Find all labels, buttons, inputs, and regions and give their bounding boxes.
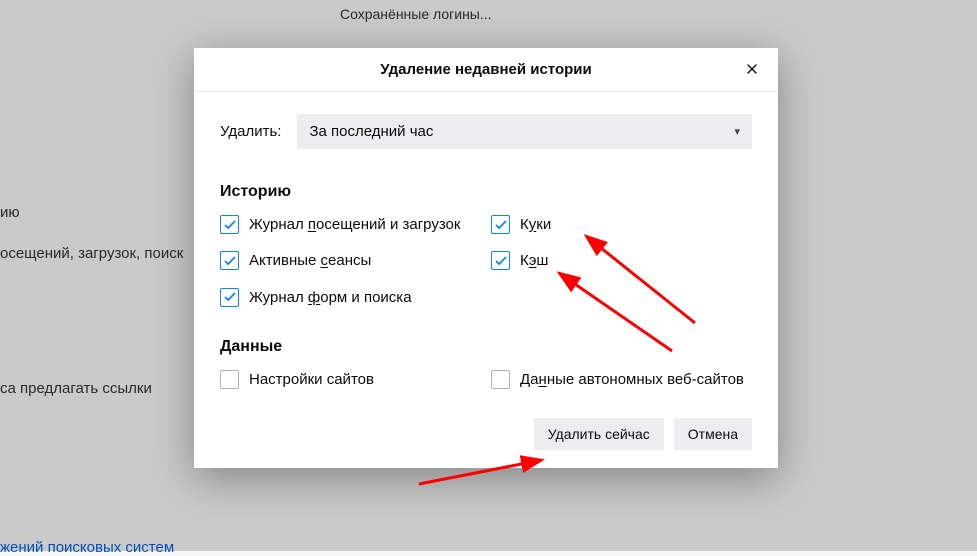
checkbox-form-search-history[interactable]: Журнал форм и поиска [220, 288, 481, 308]
checkbox-input[interactable] [491, 370, 510, 389]
dialog-body: Удалить: За последний час ▾ Историю Журн… [194, 92, 778, 468]
checkbox-cache[interactable]: Кэш [491, 251, 752, 271]
checkmark-icon [224, 256, 236, 266]
checkbox-label: Журнал форм и поиска [249, 288, 412, 308]
time-range-value: За последний час [309, 123, 433, 140]
checkbox-input[interactable] [491, 251, 510, 270]
dialog-title: Удаление недавней истории [380, 61, 591, 78]
time-range-select[interactable]: За последний час ▾ [297, 114, 752, 149]
chevron-down-icon: ▾ [734, 125, 740, 138]
checkbox-site-settings[interactable]: Настройки сайтов [220, 370, 481, 390]
checkmark-icon [495, 220, 507, 230]
checkbox-input[interactable] [220, 251, 239, 270]
data-section-title: Данные [220, 338, 752, 356]
checkmark-icon [495, 256, 507, 266]
time-range-row: Удалить: За последний час ▾ [220, 114, 752, 149]
delete-now-button[interactable]: Удалить сейчас [534, 418, 664, 450]
delete-label: Удалить: [220, 123, 281, 140]
close-icon [745, 62, 759, 76]
checkbox-input[interactable] [220, 288, 239, 307]
checkbox-browsing-history[interactable]: Журнал посещений и загрузок [220, 215, 481, 235]
data-checkbox-grid: Настройки сайтов Данные автономных веб-с… [220, 370, 752, 390]
checkbox-label: Куки [520, 215, 551, 235]
checkbox-label: Данные автономных веб-сайтов [520, 370, 744, 390]
dialog-actions: Удалить сейчас Отмена [220, 418, 752, 450]
checkbox-label: Кэш [520, 251, 548, 271]
checkmark-icon [224, 292, 236, 302]
dialog-header: Удаление недавней истории [194, 48, 778, 92]
checkbox-label: Активные сеансы [249, 251, 371, 271]
history-section-title: Историю [220, 183, 752, 201]
clear-history-dialog: Удаление недавней истории Удалить: За по… [194, 48, 778, 468]
checkbox-input[interactable] [220, 370, 239, 389]
checkbox-input[interactable] [491, 215, 510, 234]
history-checkbox-grid: Журнал посещений и загрузок Куки Активны… [220, 215, 752, 308]
checkbox-active-sessions[interactable]: Активные сеансы [220, 251, 481, 271]
close-button[interactable] [740, 57, 764, 81]
checkbox-input[interactable] [220, 215, 239, 234]
checkbox-label: Журнал посещений и загрузок [249, 215, 460, 235]
cancel-button[interactable]: Отмена [674, 418, 752, 450]
checkbox-cookies[interactable]: Куки [491, 215, 752, 235]
checkmark-icon [224, 220, 236, 230]
checkbox-offline-site-data[interactable]: Данные автономных веб-сайтов [491, 370, 752, 390]
checkbox-label: Настройки сайтов [249, 370, 374, 390]
